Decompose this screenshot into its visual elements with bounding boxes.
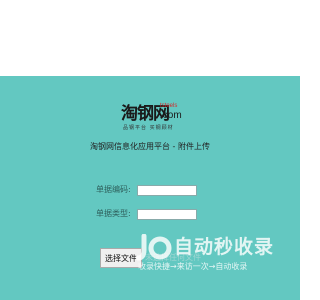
logo-tag-text: tsteels — [160, 103, 178, 109]
doc-type-label: 单据类型: — [96, 209, 131, 218]
logo-slogan: 品钢平台 买钢顾材 — [123, 125, 174, 131]
page-title: 淘钢网信息化应用平台 - 附件上传 — [90, 142, 210, 151]
watermark-subtitle: 收录快捷→来访一次→自动收录 — [138, 262, 248, 271]
doc-type-field[interactable] — [137, 209, 197, 220]
watermark: 自动秒收录 收录快捷→来访一次→自动收录 — [136, 234, 282, 274]
doc-number-label: 单据编码: — [96, 185, 131, 194]
watermark-logo-icon — [136, 234, 172, 261]
site-logo[interactable]: 淘钢网 tsteels .com 品钢平台 买钢顾材 — [121, 103, 185, 134]
doc-number-field[interactable] — [137, 185, 197, 196]
watermark-title: 自动秒收录 — [174, 236, 275, 258]
logo-domain-text: .com — [160, 110, 182, 121]
